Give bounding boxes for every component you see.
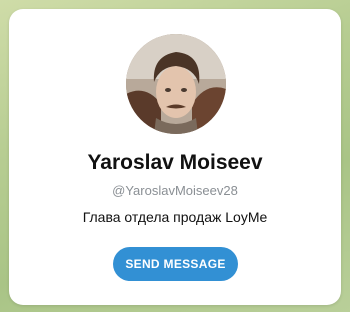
profile-username[interactable]: @YaroslavMoiseev28 [9,182,341,200]
avatar [126,34,226,134]
profile-name: Yaroslav Moiseev [87,151,263,174]
avatar-photo [126,34,226,134]
send-message-button[interactable]: SEND MESSAGE [113,247,238,281]
profile-card: Yaroslav Moiseev @YaroslavMoiseev28 Глав… [9,9,341,305]
profile-bio: Глава отдела продаж LoyMe [82,209,268,225]
